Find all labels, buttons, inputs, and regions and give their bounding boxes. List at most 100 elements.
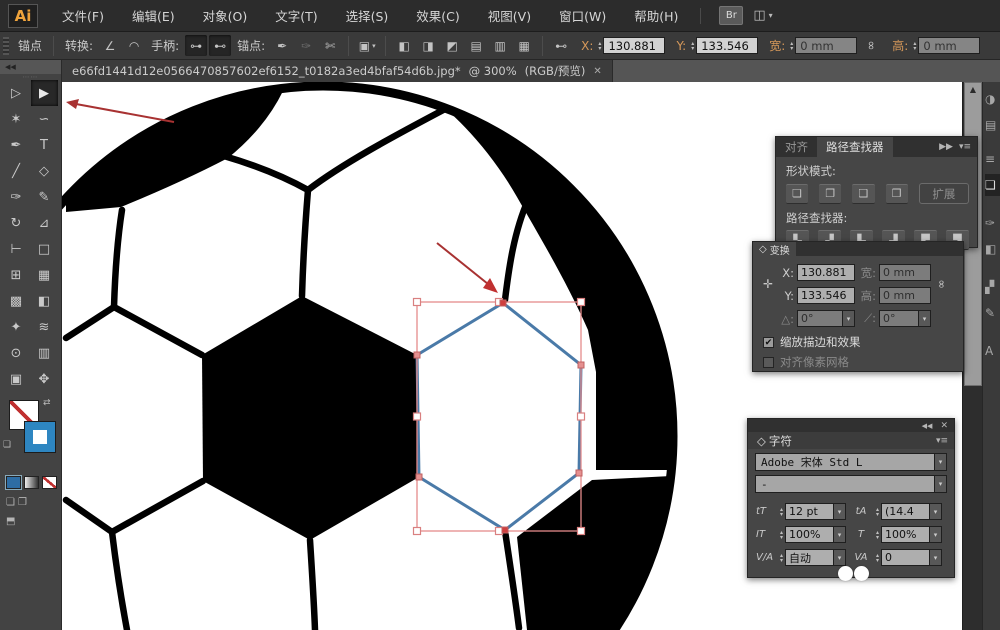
width-stepper[interactable]: ▴▾ bbox=[790, 41, 793, 51]
tool-gradient[interactable]: ◧ bbox=[31, 288, 58, 314]
align-pixel-grid-checkbox[interactable] bbox=[763, 357, 774, 368]
toolbar-collapse-button[interactable]: ◀◀ bbox=[0, 60, 61, 74]
tool-artboard[interactable]: ▣ bbox=[3, 366, 30, 392]
tool-type[interactable]: T bbox=[31, 132, 58, 158]
tool-direct-selection[interactable]: ▷ bbox=[3, 80, 30, 106]
font-size-stepper[interactable]: ▴▾ bbox=[780, 507, 783, 517]
tab-transform[interactable]: ◇ 变换 bbox=[753, 242, 796, 256]
tool-blend[interactable]: ≋ bbox=[31, 314, 58, 340]
tool-lasso[interactable]: ∽ bbox=[31, 106, 58, 132]
isolate-selection-button[interactable]: ▣ ▾ bbox=[356, 35, 378, 56]
kerning-stepper[interactable]: ▴▾ bbox=[780, 553, 783, 563]
vertical-scale-stepper[interactable]: ▴▾ bbox=[780, 530, 783, 540]
rotate-dropdown-icon[interactable]: ▾ bbox=[842, 310, 855, 327]
tool-selection[interactable]: ▶ bbox=[31, 80, 58, 106]
tool-mesh[interactable]: ▩ bbox=[3, 288, 30, 314]
close-tab-icon[interactable]: ✕ bbox=[593, 66, 601, 77]
tool-hand[interactable]: ✥ bbox=[31, 366, 58, 392]
tool-shape-builder[interactable]: ⊞ bbox=[3, 262, 30, 288]
draw-behind-button[interactable]: ❐ bbox=[18, 497, 27, 508]
chevron-down-icon[interactable]: ▾ bbox=[833, 503, 846, 520]
dock-color-icon[interactable]: ◑ bbox=[985, 88, 1000, 110]
convert-to-corner-button[interactable]: ∠ bbox=[99, 35, 121, 56]
scale-strokes-checkbox[interactable]: ✔ bbox=[763, 337, 774, 348]
dock-pathfinder-icon[interactable]: ❏ bbox=[985, 174, 1000, 196]
menu-help[interactable]: 帮助(H) bbox=[620, 0, 692, 32]
shear-dropdown-icon[interactable]: ▾ bbox=[918, 310, 931, 327]
menu-edit[interactable]: 编辑(E) bbox=[118, 0, 189, 32]
chevron-down-icon[interactable]: ▾ bbox=[833, 526, 846, 543]
font-size-input[interactable]: 12 pt bbox=[785, 503, 833, 520]
minus-front-button[interactable]: ❐ bbox=[819, 184, 841, 204]
dock-collapse-icon[interactable]: ◀◀ bbox=[922, 422, 933, 430]
scroll-up-icon[interactable]: ▲ bbox=[964, 82, 982, 97]
chevron-down-icon[interactable]: ▾ bbox=[929, 549, 942, 566]
y-input[interactable]: 133.546 bbox=[696, 37, 758, 54]
font-style-select[interactable]: - ▾ bbox=[755, 475, 947, 493]
tab-character[interactable]: ◇ 字符 bbox=[748, 432, 801, 449]
convert-to-smooth-button[interactable]: ◠ bbox=[123, 35, 145, 56]
tool-magic-wand[interactable]: ✶ bbox=[3, 106, 30, 132]
tool-paintbrush[interactable]: ✑ bbox=[3, 184, 30, 210]
font-family-select[interactable]: Adobe 宋体 Std L ▾ bbox=[755, 453, 947, 471]
transform-x-input[interactable]: 130.881 bbox=[797, 264, 855, 281]
tool-free-transform[interactable]: □ bbox=[31, 236, 58, 262]
align-center-button[interactable]: ◨ bbox=[417, 35, 439, 56]
panel-expand-icon[interactable]: ▶▶ bbox=[939, 142, 953, 152]
controlbar-grip[interactable] bbox=[3, 37, 9, 55]
horizontal-scale-stepper[interactable]: ▴▾ bbox=[876, 530, 879, 540]
tool-graph[interactable]: ▥ bbox=[31, 340, 58, 366]
width-input[interactable]: 0 mm bbox=[795, 37, 857, 54]
chevron-down-icon[interactable]: ▾ bbox=[833, 549, 846, 566]
unite-button[interactable]: ❏ bbox=[786, 184, 808, 204]
workspace-switcher-button[interactable]: ◫ ▾ bbox=[753, 8, 772, 23]
close-panel-icon[interactable]: ✕ bbox=[940, 421, 948, 431]
rotate-input[interactable]: 0° bbox=[797, 310, 842, 327]
tab-pathfinder[interactable]: 路径查找器 bbox=[817, 137, 893, 157]
vertical-scale-input[interactable]: 100% bbox=[785, 526, 833, 543]
none-button[interactable] bbox=[42, 476, 57, 489]
tool-width[interactable]: ⊢ bbox=[3, 236, 30, 262]
menu-effect[interactable]: 效果(C) bbox=[402, 0, 473, 32]
x-stepper[interactable]: ▴▾ bbox=[598, 41, 601, 51]
tool-pencil[interactable]: ✎ bbox=[31, 184, 58, 210]
remove-anchor-button[interactable]: ✒ bbox=[271, 35, 293, 56]
align-top-button[interactable]: ▤ bbox=[465, 35, 487, 56]
align-bottom-button[interactable]: ▦ bbox=[513, 35, 535, 56]
intersect-button[interactable]: ❑ bbox=[852, 184, 874, 204]
align-right-button[interactable]: ◩ bbox=[441, 35, 463, 56]
panel-menu-icon[interactable]: ▾≡ bbox=[936, 436, 948, 446]
height-input[interactable]: 0 mm bbox=[918, 37, 980, 54]
dock-brushes-icon[interactable]: ✑ bbox=[985, 212, 1000, 234]
link-dimensions-icon[interactable]: ∞ bbox=[862, 35, 883, 57]
shear-input[interactable]: 0° bbox=[879, 310, 918, 327]
dock-appearance-icon[interactable]: ✎ bbox=[985, 302, 1000, 324]
document-tab[interactable]: e66fd1441d12e0566470857602ef6152_t0182a3… bbox=[62, 60, 613, 82]
tool-scale[interactable]: ⊿ bbox=[31, 210, 58, 236]
transform-y-input[interactable]: 133.546 bbox=[797, 287, 855, 304]
draw-normal-button[interactable]: ❏ bbox=[6, 497, 15, 508]
tab-align[interactable]: 对齐 bbox=[776, 137, 817, 157]
tracking-input[interactable]: 0 bbox=[881, 549, 929, 566]
tool-eyedropper[interactable]: ✦ bbox=[3, 314, 30, 340]
bridge-button[interactable]: Br bbox=[719, 6, 743, 25]
screen-mode-button[interactable]: ⬒ bbox=[6, 516, 15, 527]
color-button[interactable] bbox=[6, 476, 21, 489]
expand-button[interactable]: 扩展 bbox=[919, 183, 969, 204]
menu-select[interactable]: 选择(S) bbox=[332, 0, 403, 32]
tool-pen[interactable]: ✒ bbox=[3, 132, 30, 158]
dock-transparency-icon[interactable]: ▞ bbox=[985, 276, 1000, 298]
add-anchor-button[interactable]: ✑ bbox=[295, 35, 317, 56]
dock-swatches-icon[interactable]: ▤ bbox=[985, 114, 1000, 136]
tool-perspective-grid[interactable]: ▦ bbox=[31, 262, 58, 288]
leading-input[interactable]: (14.4 bbox=[881, 503, 929, 520]
align-middle-button[interactable]: ▥ bbox=[489, 35, 511, 56]
menu-object[interactable]: 对象(O) bbox=[189, 0, 262, 32]
y-stepper[interactable]: ▴▾ bbox=[691, 41, 694, 51]
tracking-stepper[interactable]: ▴▾ bbox=[876, 553, 879, 563]
reference-point-icon[interactable]: ✛ bbox=[759, 277, 777, 291]
tool-shape[interactable]: ◇ bbox=[31, 158, 58, 184]
dock-align-icon[interactable]: ≡ bbox=[985, 148, 1000, 170]
leading-stepper[interactable]: ▴▾ bbox=[876, 507, 879, 517]
cut-path-button[interactable]: ✄ bbox=[319, 35, 341, 56]
